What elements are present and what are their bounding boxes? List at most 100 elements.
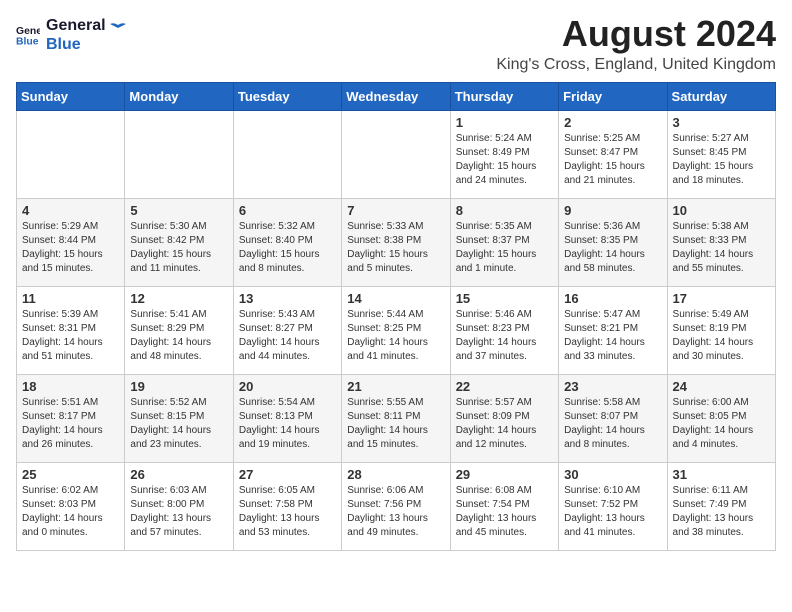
day-number: 1 — [456, 115, 553, 130]
cell-content: Sunrise: 5:43 AM Sunset: 8:27 PM Dayligh… — [239, 308, 336, 364]
cell-content: Sunrise: 5:35 AM Sunset: 8:37 PM Dayligh… — [456, 220, 553, 276]
day-number: 23 — [564, 379, 661, 394]
svg-text:Blue: Blue — [16, 37, 39, 47]
calendar-cell: 22Sunrise: 5:57 AM Sunset: 8:09 PM Dayli… — [450, 375, 558, 463]
header-day-thursday: Thursday — [450, 83, 558, 111]
location-title: King's Cross, England, United Kingdom — [496, 56, 776, 74]
cell-content: Sunrise: 5:58 AM Sunset: 8:07 PM Dayligh… — [564, 396, 661, 452]
day-number: 2 — [564, 115, 661, 130]
logo: General Blue General Blue — [16, 16, 128, 54]
cell-content: Sunrise: 6:08 AM Sunset: 7:54 PM Dayligh… — [456, 484, 553, 540]
calendar-cell — [233, 111, 341, 199]
day-number: 22 — [456, 379, 553, 394]
day-number: 4 — [22, 203, 119, 218]
week-row-3: 11 Sunrise: 5:39 AM Sunset: 8:31 PM Dayli… — [17, 287, 776, 375]
cell-content: Sunrise: 5:25 AM Sunset: 8:47 PM Dayligh… — [564, 132, 661, 188]
month-title: August 2024 — [496, 16, 776, 52]
day-number: 3 — [673, 115, 770, 130]
svg-text:General: General — [16, 26, 40, 37]
page-header: General Blue General Blue August 2024 Ki… — [16, 16, 776, 74]
calendar-cell: 26 Sunrise: 6:03 AM Sunset: 8:00 PM Dayli… — [125, 463, 233, 551]
cell-content: Sunrise: 5:46 AM Sunset: 8:23 PM Dayligh… — [456, 308, 553, 364]
calendar-cell: 24 Sunrise: 6:00 AM Sunset: 8:05 PM Dayli… — [667, 375, 775, 463]
header-row: SundayMondayTuesdayWednesdayThursdayFrid… — [17, 83, 776, 111]
cell-content: Sunrise: 5:55 AM Sunset: 8:11 PM Dayligh… — [347, 396, 444, 452]
day-number: 13 — [239, 291, 336, 306]
calendar-cell: 9Sunrise: 5:36 AM Sunset: 8:35 PM Daylig… — [559, 199, 667, 287]
calendar-cell: 31Sunrise: 6:11 AM Sunset: 7:49 PM Dayli… — [667, 463, 775, 551]
day-number: 16 — [564, 291, 661, 306]
cell-content: Sunrise: 5:33 AM Sunset: 8:38 PM Dayligh… — [347, 220, 444, 276]
calendar-cell: 16 Sunrise: 5:47 AM Sunset: 8:21 PM Dayli… — [559, 287, 667, 375]
day-number: 15 — [456, 291, 553, 306]
cell-content: Sunrise: 6:06 AM Sunset: 7:56 PM Dayligh… — [347, 484, 444, 540]
calendar-cell: 8Sunrise: 5:35 AM Sunset: 8:37 PM Daylig… — [450, 199, 558, 287]
cell-content: Sunrise: 5:38 AM Sunset: 8:33 PM Dayligh… — [673, 220, 770, 276]
calendar-cell: 6 Sunrise: 5:32 AM Sunset: 8:40 PM Daylig… — [233, 199, 341, 287]
cell-content: Sunrise: 6:03 AM Sunset: 8:00 PM Dayligh… — [130, 484, 227, 540]
day-number: 10 — [673, 203, 770, 218]
header-day-monday: Monday — [125, 83, 233, 111]
calendar-cell: 23 Sunrise: 5:58 AM Sunset: 8:07 PM Dayli… — [559, 375, 667, 463]
calendar-cell: 11 Sunrise: 5:39 AM Sunset: 8:31 PM Dayli… — [17, 287, 125, 375]
logo-line1: General — [46, 16, 106, 35]
cell-content: Sunrise: 5:30 AM Sunset: 8:42 PM Dayligh… — [130, 220, 227, 276]
calendar-cell: 12 Sunrise: 5:41 AM Sunset: 8:29 PM Dayli… — [125, 287, 233, 375]
calendar-cell — [125, 111, 233, 199]
calendar-cell — [17, 111, 125, 199]
calendar-cell: 15 Sunrise: 5:46 AM Sunset: 8:23 PM Dayli… — [450, 287, 558, 375]
cell-content: Sunrise: 5:47 AM Sunset: 8:21 PM Dayligh… — [564, 308, 661, 364]
day-number: 29 — [456, 467, 553, 482]
calendar-cell: 25Sunrise: 6:02 AM Sunset: 8:03 PM Dayli… — [17, 463, 125, 551]
calendar-body: 1Sunrise: 5:24 AM Sunset: 8:49 PM Daylig… — [17, 111, 776, 551]
cell-content: Sunrise: 5:36 AM Sunset: 8:35 PM Dayligh… — [564, 220, 661, 276]
day-number: 21 — [347, 379, 444, 394]
calendar-cell: 4Sunrise: 5:29 AM Sunset: 8:44 PM Daylig… — [17, 199, 125, 287]
cell-content: Sunrise: 6:00 AM Sunset: 8:05 PM Dayligh… — [673, 396, 770, 452]
day-number: 19 — [130, 379, 227, 394]
day-number: 11 — [22, 291, 119, 306]
calendar-cell: 30Sunrise: 6:10 AM Sunset: 7:52 PM Dayli… — [559, 463, 667, 551]
calendar-cell: 18Sunrise: 5:51 AM Sunset: 8:17 PM Dayli… — [17, 375, 125, 463]
calendar-table: SundayMondayTuesdayWednesdayThursdayFrid… — [16, 82, 776, 551]
calendar-cell: 28 Sunrise: 6:06 AM Sunset: 7:56 PM Dayli… — [342, 463, 450, 551]
calendar-cell: 5Sunrise: 5:30 AM Sunset: 8:42 PM Daylig… — [125, 199, 233, 287]
week-row-1: 1Sunrise: 5:24 AM Sunset: 8:49 PM Daylig… — [17, 111, 776, 199]
logo-bird-icon — [108, 20, 128, 40]
header-day-saturday: Saturday — [667, 83, 775, 111]
calendar-cell: 17Sunrise: 5:49 AM Sunset: 8:19 PM Dayli… — [667, 287, 775, 375]
cell-content: Sunrise: 5:41 AM Sunset: 8:29 PM Dayligh… — [130, 308, 227, 364]
day-number: 28 — [347, 467, 444, 482]
calendar-cell — [342, 111, 450, 199]
cell-content: Sunrise: 5:39 AM Sunset: 8:31 PM Dayligh… — [22, 308, 119, 364]
calendar-cell: 21 Sunrise: 5:55 AM Sunset: 8:11 PM Dayli… — [342, 375, 450, 463]
cell-content: Sunrise: 5:32 AM Sunset: 8:40 PM Dayligh… — [239, 220, 336, 276]
day-number: 6 — [239, 203, 336, 218]
calendar-cell: 7 Sunrise: 5:33 AM Sunset: 8:38 PM Daylig… — [342, 199, 450, 287]
logo-line2: Blue — [46, 35, 106, 54]
logo-icon: General Blue — [16, 23, 40, 47]
calendar-cell: 1Sunrise: 5:24 AM Sunset: 8:49 PM Daylig… — [450, 111, 558, 199]
day-number: 24 — [673, 379, 770, 394]
calendar-cell: 3Sunrise: 5:27 AM Sunset: 8:45 PM Daylig… — [667, 111, 775, 199]
calendar-cell: 29 Sunrise: 6:08 AM Sunset: 7:54 PM Dayli… — [450, 463, 558, 551]
calendar-cell: 27Sunrise: 6:05 AM Sunset: 7:58 PM Dayli… — [233, 463, 341, 551]
calendar-cell: 20Sunrise: 5:54 AM Sunset: 8:13 PM Dayli… — [233, 375, 341, 463]
cell-content: Sunrise: 5:51 AM Sunset: 8:17 PM Dayligh… — [22, 396, 119, 452]
day-number: 12 — [130, 291, 227, 306]
header-day-sunday: Sunday — [17, 83, 125, 111]
cell-content: Sunrise: 5:52 AM Sunset: 8:15 PM Dayligh… — [130, 396, 227, 452]
calendar-header: SundayMondayTuesdayWednesdayThursdayFrid… — [17, 83, 776, 111]
week-row-4: 18Sunrise: 5:51 AM Sunset: 8:17 PM Dayli… — [17, 375, 776, 463]
week-row-5: 25Sunrise: 6:02 AM Sunset: 8:03 PM Dayli… — [17, 463, 776, 551]
day-number: 7 — [347, 203, 444, 218]
cell-content: Sunrise: 6:10 AM Sunset: 7:52 PM Dayligh… — [564, 484, 661, 540]
week-row-2: 4Sunrise: 5:29 AM Sunset: 8:44 PM Daylig… — [17, 199, 776, 287]
day-number: 26 — [130, 467, 227, 482]
calendar-cell: 19 Sunrise: 5:52 AM Sunset: 8:15 PM Dayli… — [125, 375, 233, 463]
calendar-cell: 10 Sunrise: 5:38 AM Sunset: 8:33 PM Dayli… — [667, 199, 775, 287]
cell-content: Sunrise: 6:05 AM Sunset: 7:58 PM Dayligh… — [239, 484, 336, 540]
cell-content: Sunrise: 5:49 AM Sunset: 8:19 PM Dayligh… — [673, 308, 770, 364]
calendar-cell: 13 Sunrise: 5:43 AM Sunset: 8:27 PM Dayli… — [233, 287, 341, 375]
cell-content: Sunrise: 6:11 AM Sunset: 7:49 PM Dayligh… — [673, 484, 770, 540]
